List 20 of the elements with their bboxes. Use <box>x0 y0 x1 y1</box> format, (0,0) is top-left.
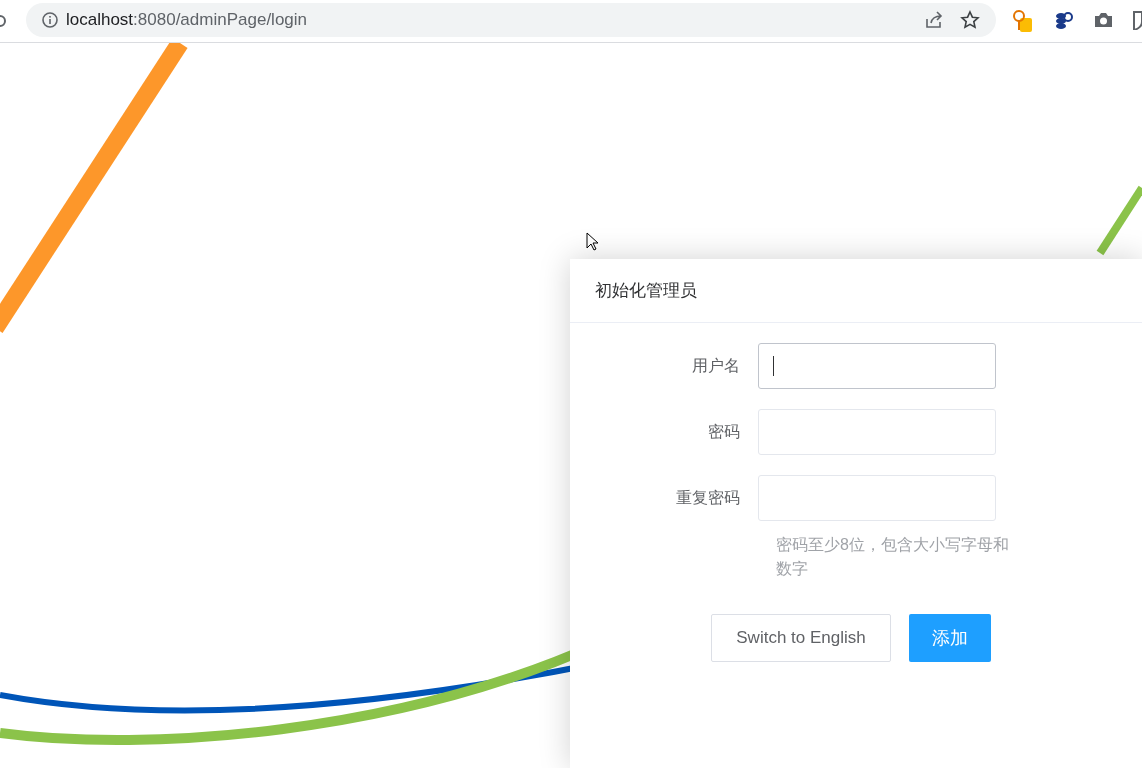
address-bar[interactable]: localhost:8080/adminPage/login <box>26 3 996 37</box>
info-icon[interactable] <box>42 12 58 28</box>
star-icon[interactable] <box>960 10 980 30</box>
input-field[interactable] <box>758 343 996 389</box>
coins-icon[interactable] <box>1054 10 1074 30</box>
dialog-title: 初始化管理员 <box>595 279 697 302</box>
reload-icon[interactable] <box>0 13 8 29</box>
field-label: 重复密码 <box>675 488 741 508</box>
input-field[interactable] <box>758 475 996 521</box>
mouse-cursor-icon <box>586 232 599 251</box>
language-switch-button[interactable]: Switch to English <box>711 614 891 662</box>
url-text: localhost:8080/adminPage/login <box>66 9 308 32</box>
password-hint: 密码至少8位，包含大小写字母和数字 <box>776 535 1010 579</box>
input-field[interactable] <box>758 409 996 455</box>
key-icon[interactable] <box>1013 10 1033 32</box>
field-label: 密码 <box>707 422 741 442</box>
field-label: 用户名 <box>691 356 741 376</box>
share-icon[interactable] <box>924 10 944 30</box>
camera-icon[interactable] <box>1094 12 1113 28</box>
shield-icon[interactable] <box>1133 10 1142 30</box>
